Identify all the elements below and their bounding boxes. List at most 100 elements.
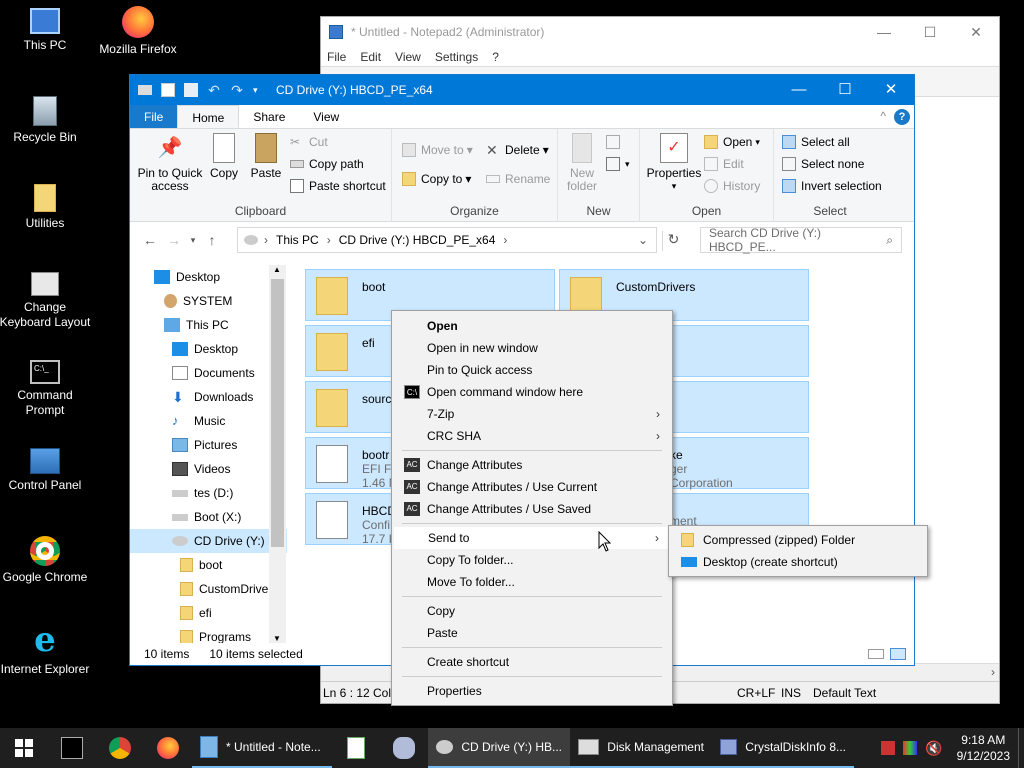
- menu-item-pin-quick-access[interactable]: Pin to Quick access: [394, 359, 670, 381]
- taskbar-explorer[interactable]: CD Drive (Y:) HB...: [428, 728, 570, 768]
- help-icon[interactable]: ?: [894, 109, 910, 125]
- paste-button[interactable]: Paste: [247, 131, 285, 180]
- menu-item-copy-to-folder[interactable]: Copy To folder...: [394, 549, 670, 571]
- desktop-icon-command-prompt[interactable]: C:\_ Command Prompt: [0, 360, 93, 418]
- menu-item-open-command-window[interactable]: C:\ Open command window here: [394, 381, 670, 403]
- properties-qat-icon[interactable]: [161, 83, 175, 97]
- menu-settings[interactable]: Settings: [435, 50, 478, 64]
- nav-item-downloads[interactable]: ⬇ Downloads: [130, 385, 287, 409]
- nav-item-music[interactable]: ♪ Music: [130, 409, 287, 433]
- taskbar-notepad[interactable]: * Untitled - Note...: [192, 728, 332, 768]
- copy-path-button[interactable]: Copy path: [290, 157, 364, 171]
- nav-item-boot[interactable]: boot: [130, 553, 287, 577]
- forward-icon[interactable]: →: [162, 232, 186, 248]
- nav-item-desktop-sub[interactable]: Desktop: [130, 337, 287, 361]
- menu-item-open[interactable]: Open: [394, 315, 670, 337]
- nav-item-efi[interactable]: efi: [130, 601, 287, 625]
- rename-button[interactable]: Rename: [486, 172, 550, 186]
- nav-item-this-pc[interactable]: This PC: [130, 313, 287, 337]
- show-desktop-button[interactable]: [1018, 728, 1024, 768]
- undo-icon[interactable]: ↶: [207, 83, 221, 97]
- scroll-up-icon[interactable]: ▲: [273, 265, 281, 274]
- menu-item-change-attributes[interactable]: AC Change Attributes: [394, 454, 670, 476]
- navigation-pane[interactable]: Desktop SYSTEM This PC Desktop Documents…: [130, 265, 287, 643]
- desktop-icon-internet-explorer[interactable]: e Internet Explorer: [0, 623, 93, 677]
- nav-item-videos[interactable]: Videos: [130, 457, 287, 481]
- breadcrumb-separator-icon[interactable]: ›: [503, 233, 507, 247]
- menu-item-paste[interactable]: Paste: [394, 622, 670, 644]
- scroll-right-icon[interactable]: ›: [991, 665, 995, 679]
- menu-help[interactable]: ?: [492, 50, 499, 64]
- menu-item-move-to-folder[interactable]: Move To folder...: [394, 571, 670, 593]
- cut-button[interactable]: ✂ Cut: [290, 135, 328, 149]
- nav-item-programs[interactable]: Programs: [130, 625, 287, 643]
- maximize-button[interactable]: ☐: [822, 75, 868, 105]
- taskbar-disk-management[interactable]: Disk Management: [570, 728, 712, 768]
- nav-item-documents[interactable]: Documents: [130, 361, 287, 385]
- maximize-button[interactable]: ☐: [907, 24, 953, 41]
- nav-item-boot-x[interactable]: Boot (X:): [130, 505, 287, 529]
- edit-button[interactable]: Edit: [704, 157, 744, 171]
- nav-item-tes-d[interactable]: tes (D:): [130, 481, 287, 505]
- desktop-icon-control-panel[interactable]: Control Panel: [0, 448, 93, 493]
- search-input[interactable]: Search CD Drive (Y:) HBCD_PE... ⌕: [700, 226, 902, 254]
- address-dropdown-icon[interactable]: ⌄: [638, 233, 648, 247]
- taskbar-text-editor[interactable]: [332, 728, 380, 768]
- easy-access-button[interactable]: ▾: [606, 157, 630, 171]
- new-folder-qat-icon[interactable]: [184, 83, 198, 97]
- recent-locations-icon[interactable]: ▾: [186, 235, 200, 246]
- properties-button[interactable]: ✓ Properties ▾: [644, 131, 704, 193]
- scroll-thumb[interactable]: [271, 279, 284, 547]
- redo-icon[interactable]: ↷: [230, 83, 244, 97]
- new-item-button[interactable]: [606, 135, 625, 149]
- menu-item-copy[interactable]: Copy: [394, 600, 670, 622]
- select-all-button[interactable]: Select all: [782, 135, 850, 149]
- refresh-icon[interactable]: ↻: [662, 231, 684, 251]
- taskbar-firefox[interactable]: [144, 728, 192, 768]
- nav-item-cd-drive[interactable]: CD Drive (Y:) H: [130, 529, 287, 553]
- paste-shortcut-button[interactable]: Paste shortcut: [290, 179, 386, 193]
- tab-view[interactable]: View: [299, 105, 353, 128]
- notepad-titlebar[interactable]: * Untitled - Notepad2 (Administrator) — …: [321, 17, 999, 47]
- menu-file[interactable]: File: [327, 50, 346, 64]
- breadcrumb-this-pc[interactable]: This PC: [276, 233, 319, 247]
- desktop-icon-firefox[interactable]: Mozilla Firefox: [90, 6, 186, 57]
- desktop-icon-recycle-bin[interactable]: Recycle Bin: [0, 96, 93, 145]
- explorer-titlebar[interactable]: ↶ ↷ ▾ CD Drive (Y:) HBCD_PE_x64 — ☐ ✕: [130, 75, 914, 105]
- up-icon[interactable]: ↑: [200, 232, 224, 248]
- start-button[interactable]: [0, 728, 48, 768]
- copy-button[interactable]: Copy: [206, 131, 242, 180]
- taskbar-tool[interactable]: [380, 728, 428, 768]
- volume-muted-icon[interactable]: 🔇: [925, 740, 942, 757]
- minimize-button[interactable]: —: [776, 75, 822, 105]
- open-button[interactable]: Open ▾: [704, 135, 760, 149]
- desktop-icon-chrome[interactable]: Google Chrome: [0, 536, 93, 585]
- menu-view[interactable]: View: [395, 50, 421, 64]
- menu-item-compressed-folder[interactable]: Compressed (zipped) Folder: [671, 529, 925, 551]
- nav-item-pictures[interactable]: Pictures: [130, 433, 287, 457]
- select-none-button[interactable]: Select none: [782, 157, 864, 171]
- collapse-ribbon-icon[interactable]: ^: [880, 109, 886, 123]
- menu-item-change-attributes-saved[interactable]: AC Change Attributes / Use Saved: [394, 498, 670, 520]
- close-button[interactable]: ✕: [868, 75, 914, 105]
- invert-selection-button[interactable]: Invert selection: [782, 179, 882, 193]
- history-button[interactable]: History: [704, 179, 760, 193]
- clock[interactable]: 9:18 AM 9/12/2023: [949, 732, 1018, 764]
- large-icons-view-icon[interactable]: [890, 648, 906, 660]
- menu-item-properties[interactable]: Properties: [394, 680, 670, 702]
- menu-item-crc-sha[interactable]: CRC SHA ›: [394, 425, 670, 447]
- back-icon[interactable]: ←: [138, 232, 162, 248]
- desktop-icon-utilities[interactable]: Utilities: [0, 184, 93, 231]
- desktop-icon-this-pc[interactable]: This PC: [0, 8, 93, 53]
- menu-item-create-shortcut[interactable]: Create shortcut: [394, 651, 670, 673]
- menu-item-send-to[interactable]: Send to ›: [394, 527, 670, 549]
- close-button[interactable]: ✕: [953, 24, 999, 41]
- menu-edit[interactable]: Edit: [360, 50, 381, 64]
- nav-item-desktop[interactable]: Desktop: [130, 265, 287, 289]
- tray-tool-icon[interactable]: [881, 741, 896, 755]
- tab-file[interactable]: File: [130, 105, 178, 128]
- menu-item-open-new-window[interactable]: Open in new window: [394, 337, 670, 359]
- desktop-icon-keyboard-layout[interactable]: Change Keyboard Layout: [0, 272, 93, 330]
- tab-share[interactable]: Share: [239, 105, 299, 128]
- delete-button[interactable]: ✕ Delete ▾: [486, 143, 549, 157]
